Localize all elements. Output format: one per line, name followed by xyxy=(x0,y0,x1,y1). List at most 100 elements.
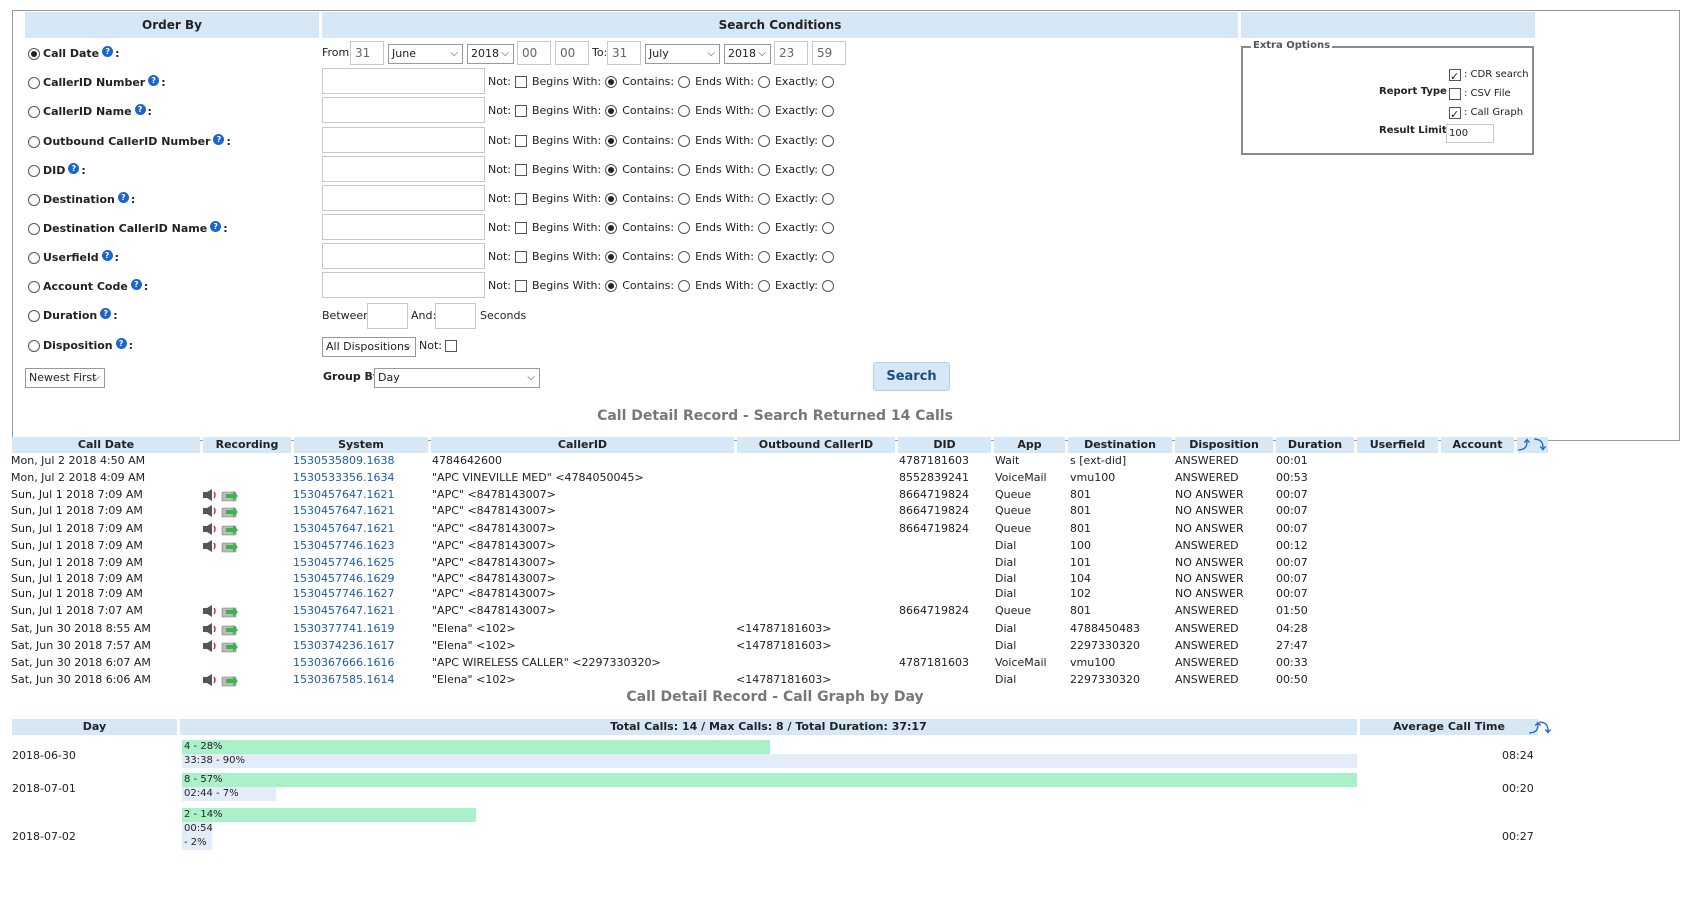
not-checkbox[interactable] xyxy=(514,135,527,147)
from-minute-input[interactable]: 00 xyxy=(555,41,589,65)
ends-with-radio[interactable] xyxy=(757,105,770,117)
cell-system[interactable]: 1530374236.1617 xyxy=(293,638,394,654)
graph-sort-down-icon[interactable]: ⤵ xyxy=(1539,721,1553,735)
cell-system[interactable]: 1530457746.1623 xyxy=(293,538,394,554)
column-header[interactable]: Account xyxy=(1441,437,1514,453)
order-by-radio[interactable] xyxy=(28,252,40,264)
help-icon[interactable]: ? xyxy=(102,45,114,57)
not-checkbox[interactable] xyxy=(514,251,527,263)
cell-system[interactable]: 1530457746.1627 xyxy=(293,586,394,602)
help-icon[interactable]: ? xyxy=(117,191,129,203)
column-header[interactable]: Outbound CallerID xyxy=(737,437,895,453)
help-icon[interactable]: ? xyxy=(101,249,113,261)
order-by-option[interactable]: Account Code?: xyxy=(28,277,148,297)
speaker-icon[interactable] xyxy=(203,505,216,517)
to-hour-input[interactable]: 23 xyxy=(774,41,808,65)
order-by-option[interactable]: Destination?: xyxy=(28,190,135,210)
ends-with-radio[interactable] xyxy=(757,76,770,88)
help-icon[interactable]: ? xyxy=(213,133,225,145)
column-header[interactable]: System xyxy=(294,437,428,453)
not-checkbox[interactable] xyxy=(514,105,527,117)
order-by-option[interactable]: Destination CallerID Name?: xyxy=(28,219,228,239)
exactly-radio[interactable] xyxy=(822,193,834,205)
column-header[interactable]: Recording xyxy=(203,437,291,453)
order-by-option[interactable]: Outbound CallerID Number?: xyxy=(28,132,231,152)
ends-with-radio[interactable] xyxy=(757,280,770,292)
speaker-icon[interactable] xyxy=(203,623,216,635)
condition-input[interactable] xyxy=(322,68,485,94)
download-icon[interactable] xyxy=(221,491,238,502)
help-icon[interactable]: ? xyxy=(115,337,127,349)
contains-radio[interactable] xyxy=(678,105,691,117)
begins-with-radio[interactable] xyxy=(605,280,618,292)
condition-input[interactable] xyxy=(322,97,485,123)
cell-system[interactable]: 1530457647.1621 xyxy=(293,603,394,619)
exactly-radio[interactable] xyxy=(822,164,834,176)
from-month-select[interactable]: June ⌵ xyxy=(388,44,463,64)
column-header[interactable]: Call Date xyxy=(12,437,200,453)
column-header[interactable]: DID xyxy=(898,437,991,453)
to-minute-input[interactable]: 59 xyxy=(812,41,846,65)
not-checkbox[interactable] xyxy=(514,76,527,88)
contains-radio[interactable] xyxy=(678,280,691,292)
condition-input[interactable] xyxy=(322,185,485,211)
column-header[interactable]: App xyxy=(994,437,1065,453)
cell-system[interactable]: 1530377741.1619 xyxy=(293,621,394,637)
exactly-radio[interactable] xyxy=(822,251,834,263)
sort-up-icon[interactable]: ⤴ xyxy=(1518,438,1532,452)
order-by-radio[interactable] xyxy=(28,106,40,118)
group-by-select[interactable]: Day ⌵ xyxy=(374,368,540,388)
speaker-icon[interactable] xyxy=(203,640,216,652)
ends-with-radio[interactable] xyxy=(757,193,770,205)
not-checkbox[interactable] xyxy=(514,193,527,205)
order-by-option[interactable]: CallerID Name?: xyxy=(28,102,152,122)
cell-system[interactable]: 1530533356.1634 xyxy=(293,470,394,486)
begins-with-radio[interactable] xyxy=(605,135,618,147)
contains-radio[interactable] xyxy=(678,135,691,147)
speaker-icon[interactable] xyxy=(203,605,216,617)
column-header[interactable]: Disposition xyxy=(1175,437,1273,453)
ends-with-radio[interactable] xyxy=(757,222,770,234)
order-by-radio[interactable] xyxy=(28,310,40,322)
contains-radio[interactable] xyxy=(678,193,691,205)
help-icon[interactable]: ? xyxy=(68,162,80,174)
condition-input[interactable] xyxy=(322,156,485,182)
order-by-option[interactable]: Disposition?: xyxy=(28,336,133,356)
begins-with-radio[interactable] xyxy=(605,105,618,117)
column-header[interactable]: CallerID xyxy=(431,437,734,453)
help-icon[interactable]: ? xyxy=(210,220,222,232)
help-icon[interactable]: ? xyxy=(148,74,160,86)
contains-radio[interactable] xyxy=(678,251,691,263)
order-by-radio[interactable] xyxy=(28,223,40,235)
column-header[interactable]: Userfield xyxy=(1357,437,1438,453)
disposition-not-checkbox[interactable] xyxy=(444,340,457,352)
download-icon[interactable] xyxy=(221,625,238,636)
cell-system[interactable]: 1530457647.1621 xyxy=(293,521,394,537)
to-day-input[interactable]: 31 xyxy=(607,41,641,65)
condition-input[interactable] xyxy=(322,243,485,269)
exactly-radio[interactable] xyxy=(822,76,834,88)
order-by-radio[interactable] xyxy=(28,136,40,148)
cdr-search-checkbox[interactable] xyxy=(1449,67,1461,87)
order-by-radio[interactable] xyxy=(28,165,40,177)
exactly-radio[interactable] xyxy=(822,280,834,292)
call-graph-checkbox[interactable] xyxy=(1449,105,1461,125)
order-by-radio[interactable] xyxy=(28,281,40,293)
order-select[interactable]: Newest First ⌵ xyxy=(25,368,105,388)
sort-down-icon[interactable]: ⤵ xyxy=(1534,438,1548,452)
begins-with-radio[interactable] xyxy=(605,76,618,88)
speaker-icon[interactable] xyxy=(203,540,216,552)
cell-system[interactable]: 1530457647.1621 xyxy=(293,503,394,519)
cell-system[interactable]: 1530457647.1621 xyxy=(293,487,394,503)
result-limit-input[interactable]: 100 xyxy=(1446,124,1494,143)
exactly-radio[interactable] xyxy=(822,105,834,117)
order-by-option[interactable]: Userfield?: xyxy=(28,248,119,268)
help-icon[interactable]: ? xyxy=(130,278,142,290)
csv-file-checkbox[interactable] xyxy=(1449,88,1461,100)
order-by-option[interactable]: Call Date?: xyxy=(28,44,120,64)
order-by-radio[interactable] xyxy=(28,77,40,89)
exactly-radio[interactable] xyxy=(822,135,834,147)
contains-radio[interactable] xyxy=(678,222,691,234)
order-by-option[interactable]: DID?: xyxy=(28,161,86,181)
column-header[interactable]: Duration xyxy=(1276,437,1354,453)
